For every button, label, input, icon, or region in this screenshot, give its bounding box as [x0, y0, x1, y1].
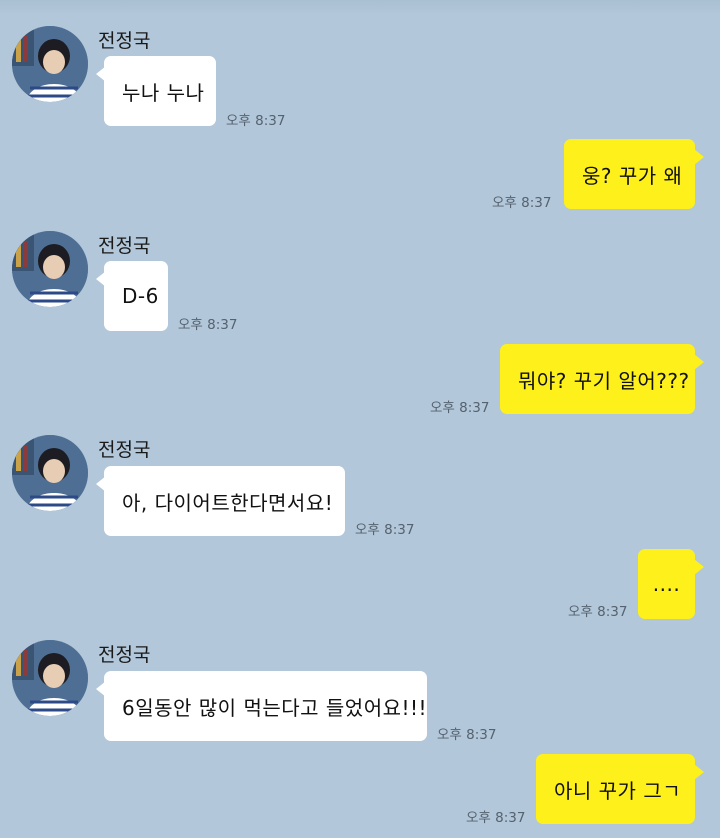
message-text: ....: [652, 572, 681, 596]
message-text: D-6: [122, 284, 159, 308]
message-text: 6일동안 많이 먹는다고 들었어요!!!: [122, 695, 428, 720]
message-bubble[interactable]: 아, 다이어트한다면서요!: [96, 466, 345, 536]
sender-name: 전정국: [98, 235, 151, 257]
message-time: 오후 8:37: [430, 400, 490, 416]
message-bubble[interactable]: 6일동안 많이 먹는다고 들었어요!!!: [96, 671, 428, 741]
message-text: 웅? 꾸가 왜: [582, 163, 683, 188]
sender-name: 전정국: [98, 439, 151, 461]
profile-photo-icon: [12, 435, 88, 511]
message-time: 오후 8:37: [492, 195, 552, 211]
message-time: 오후 8:37: [178, 317, 238, 333]
avatar[interactable]: [12, 640, 88, 716]
message-bubble[interactable]: D-6: [96, 261, 168, 331]
avatar[interactable]: [12, 435, 88, 511]
message-time: 오후 8:37: [437, 727, 497, 743]
message-time: 오후 8:37: [355, 522, 415, 538]
message-text: 아, 다이어트한다면서요!: [122, 490, 334, 515]
message-bubble[interactable]: 웅? 꾸가 왜: [564, 139, 704, 209]
message-bubble[interactable]: 뭐야? 꾸기 알어???: [500, 344, 704, 414]
message-text: 뭐야? 꾸기 알어???: [518, 368, 690, 393]
message-time: 오후 8:37: [568, 604, 628, 620]
profile-photo-icon: [12, 231, 88, 307]
message-time: 오후 8:37: [466, 810, 526, 826]
message-time: 오후 8:37: [226, 113, 286, 129]
sender-name: 전정국: [98, 30, 151, 52]
message-text: 아니 꾸가 그ㄱ: [554, 778, 682, 803]
message-bubble[interactable]: ....: [638, 549, 704, 619]
profile-photo-icon: [12, 26, 88, 102]
message-text: 누나 누나: [122, 80, 205, 105]
chat-room[interactable]: 전정국 누나 누나 오후 8:37 오후 8:37 웅? 꾸가 왜 전정국 D-…: [0, 0, 720, 838]
message-bubble[interactable]: 아니 꾸가 그ㄱ: [536, 754, 704, 824]
avatar[interactable]: [12, 26, 88, 102]
avatar[interactable]: [12, 231, 88, 307]
profile-photo-icon: [12, 640, 88, 716]
message-bubble[interactable]: 누나 누나: [96, 56, 216, 126]
sender-name: 전정국: [98, 644, 151, 666]
